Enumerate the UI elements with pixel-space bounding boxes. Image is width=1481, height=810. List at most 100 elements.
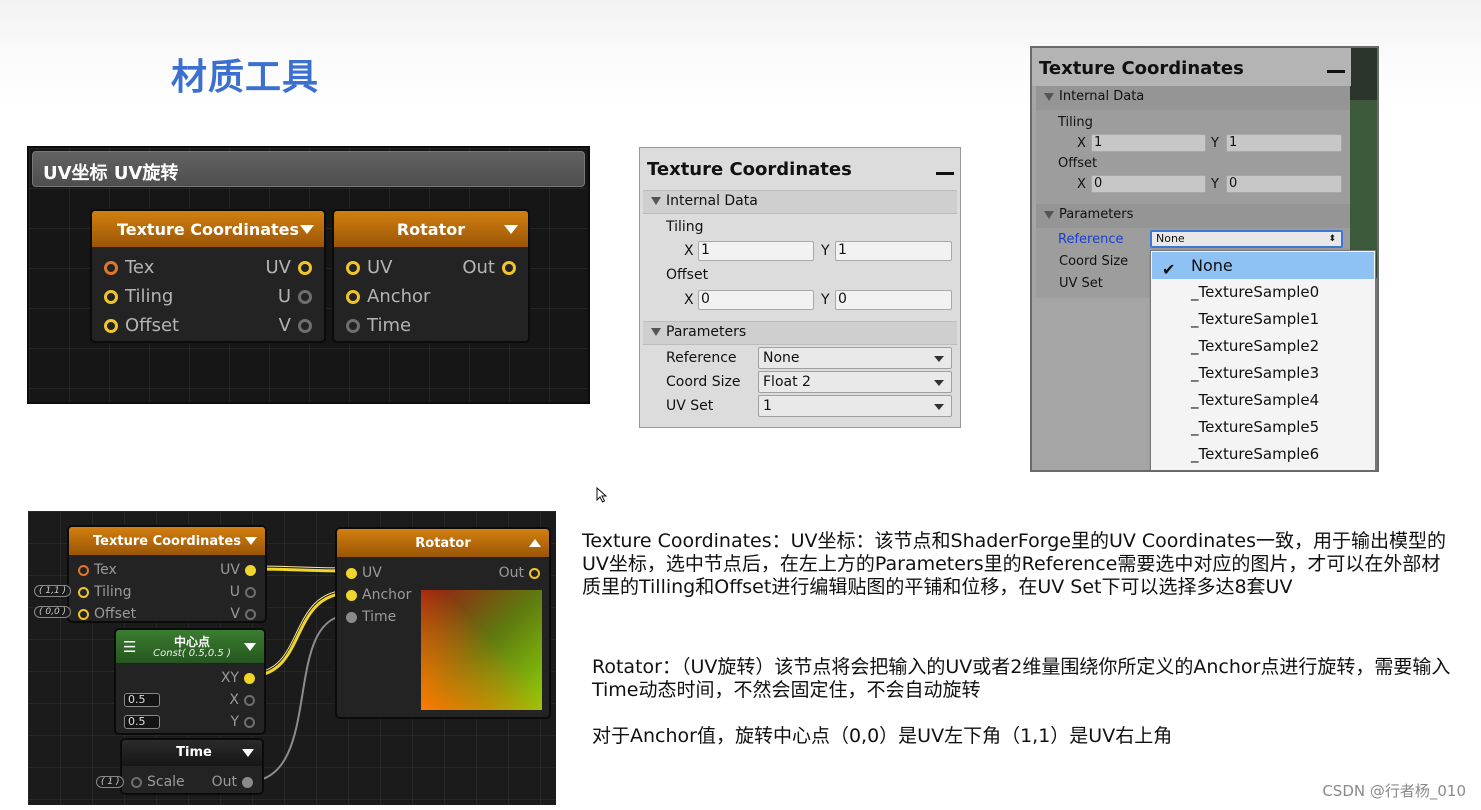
- input-port-uv[interactable]: UV: [346, 257, 393, 278]
- output-port-u[interactable]: U: [230, 584, 256, 600]
- offset-y-field[interactable]: 0: [835, 290, 952, 310]
- port-circle-icon[interactable]: [346, 289, 360, 304]
- node-header[interactable]: Texture Coordinates: [92, 211, 324, 247]
- port-circle-icon[interactable]: [346, 611, 357, 623]
- scale-default-tag[interactable]: ( 1 ): [96, 776, 125, 788]
- tiling-x-field[interactable]: 1: [698, 241, 814, 261]
- port-circle-icon[interactable]: [244, 716, 255, 728]
- section-parameters[interactable]: Parameters: [1036, 204, 1350, 228]
- output-port-out[interactable]: Out: [462, 257, 516, 278]
- uv-set-dropdown[interactable]: 1: [758, 395, 952, 417]
- minimize-icon[interactable]: [936, 172, 954, 175]
- output-port-uv[interactable]: UV: [220, 562, 256, 578]
- chevron-down-icon[interactable]: [245, 537, 257, 545]
- chevron-down-icon[interactable]: [300, 225, 314, 234]
- node-header[interactable]: Rotator: [334, 211, 528, 247]
- section-internal-data[interactable]: Internal Data: [1036, 86, 1350, 110]
- port-circle-icon[interactable]: [298, 318, 312, 333]
- tiling-x-field[interactable]: 1: [1091, 134, 1206, 152]
- input-port-time[interactable]: Time: [346, 609, 396, 625]
- popup-item[interactable]: _TextureSample5: [1152, 414, 1374, 441]
- chevron-up-icon[interactable]: [529, 539, 541, 547]
- input-port-anchor[interactable]: Anchor: [346, 286, 430, 307]
- output-port-out[interactable]: Out: [499, 565, 540, 581]
- port-circle-icon[interactable]: [346, 318, 360, 333]
- offset-x-field[interactable]: 0: [698, 290, 814, 310]
- popup-item[interactable]: _TextureSample4: [1152, 387, 1374, 414]
- input-port-tex[interactable]: Tex: [78, 562, 117, 578]
- port-circle-icon[interactable]: [104, 260, 118, 275]
- reference-dropdown[interactable]: None: [758, 347, 952, 369]
- popup-item[interactable]: _TextureSample6: [1152, 441, 1374, 468]
- output-port-uv[interactable]: UV: [266, 257, 312, 278]
- uv-set-label: UV Set: [1059, 276, 1103, 291]
- chevron-down-icon[interactable]: [504, 225, 518, 234]
- tiling-default-tag[interactable]: ( 1,1 ): [34, 585, 72, 597]
- port-circle-icon[interactable]: [78, 608, 89, 620]
- port-circle-icon[interactable]: [245, 564, 256, 576]
- port-circle-icon[interactable]: [78, 564, 89, 576]
- input-port-anchor[interactable]: Anchor: [346, 587, 411, 603]
- texture-coordinates-node[interactable]: Texture Coordinates Tex Tiling Offset UV…: [67, 525, 267, 623]
- center-point-node[interactable]: ☰ 中心点 Const( 0.5,0.5 ) XY 0.5 X 0.5 Y: [114, 628, 266, 735]
- popup-item[interactable]: _TextureSample2: [1152, 333, 1374, 360]
- chevron-down-icon[interactable]: [242, 749, 254, 757]
- y-value-input[interactable]: 0.5: [124, 715, 160, 729]
- reference-dropdown[interactable]: None ⬍: [1150, 230, 1343, 248]
- port-circle-icon[interactable]: [346, 589, 357, 601]
- offset-x-field[interactable]: 0: [1091, 175, 1206, 193]
- port-circle-icon[interactable]: [245, 608, 256, 620]
- time-node[interactable]: Time Scale Out: [120, 738, 264, 795]
- port-circle-icon[interactable]: [346, 260, 360, 275]
- output-port-v[interactable]: V: [230, 606, 256, 621]
- tiling-y-field[interactable]: 1: [835, 241, 952, 261]
- input-port-offset[interactable]: Offset: [104, 315, 179, 336]
- node-header[interactable]: Texture Coordinates: [69, 527, 265, 555]
- offset-y-field[interactable]: 0: [1226, 175, 1342, 193]
- chevron-down-icon[interactable]: [244, 643, 256, 651]
- port-circle-icon[interactable]: [242, 776, 253, 788]
- coord-size-dropdown[interactable]: Float 2: [758, 371, 952, 393]
- tiling-y-field[interactable]: 1: [1226, 134, 1342, 152]
- input-port-uv[interactable]: UV: [346, 565, 382, 581]
- rotator-node[interactable]: Rotator UV Anchor Time Out: [335, 527, 551, 719]
- port-circle-icon[interactable]: [244, 694, 255, 706]
- output-port-v[interactable]: V: [279, 315, 312, 336]
- reference-popup-menu[interactable]: ✔ None _TextureSample0 _TextureSample1 _…: [1150, 250, 1376, 470]
- port-circle-icon[interactable]: [529, 567, 540, 579]
- port-circle-icon[interactable]: [502, 260, 516, 275]
- offset-default-tag[interactable]: ( 0,0 ): [34, 606, 72, 618]
- port-circle-icon[interactable]: [244, 672, 255, 684]
- port-circle-icon[interactable]: [298, 260, 312, 275]
- input-port-tiling[interactable]: Tiling: [78, 584, 132, 600]
- popup-item-label: None: [1191, 256, 1233, 275]
- input-port-scale[interactable]: Scale: [131, 774, 185, 790]
- port-circle-icon[interactable]: [245, 586, 256, 598]
- rotator-node[interactable]: Rotator UV Anchor Time Out: [332, 209, 530, 343]
- output-port-xy[interactable]: XY: [221, 670, 255, 686]
- minimize-icon[interactable]: [1327, 70, 1345, 73]
- port-circle-icon[interactable]: [346, 567, 357, 579]
- port-circle-icon[interactable]: [131, 776, 142, 788]
- port-circle-icon[interactable]: [104, 318, 118, 333]
- output-port-u[interactable]: U: [278, 286, 312, 307]
- popup-item[interactable]: _TextureSample0: [1152, 279, 1374, 306]
- output-port-out[interactable]: Out: [212, 774, 253, 790]
- input-port-tex[interactable]: Tex: [104, 257, 154, 278]
- input-port-time[interactable]: Time: [346, 315, 411, 336]
- input-port-y[interactable]: Y: [230, 714, 255, 730]
- input-port-offset[interactable]: Offset: [78, 606, 136, 621]
- node-header[interactable]: Rotator: [337, 529, 549, 557]
- texture-coordinates-node[interactable]: Texture Coordinates Tex Tiling Offset UV…: [90, 209, 326, 343]
- popup-item[interactable]: _TextureSample1: [1152, 306, 1374, 333]
- input-port-tiling[interactable]: Tiling: [104, 286, 173, 307]
- popup-item[interactable]: ✔ None: [1152, 252, 1374, 279]
- port-circle-icon[interactable]: [298, 289, 312, 304]
- section-internal-data[interactable]: Internal Data: [643, 190, 957, 214]
- port-circle-icon[interactable]: [78, 586, 89, 598]
- section-parameters[interactable]: Parameters: [643, 321, 957, 345]
- popup-item[interactable]: _TextureSample3: [1152, 360, 1374, 387]
- port-circle-icon[interactable]: [104, 289, 118, 304]
- x-value-input[interactable]: 0.5: [124, 693, 160, 707]
- input-port-x[interactable]: X: [229, 692, 255, 708]
